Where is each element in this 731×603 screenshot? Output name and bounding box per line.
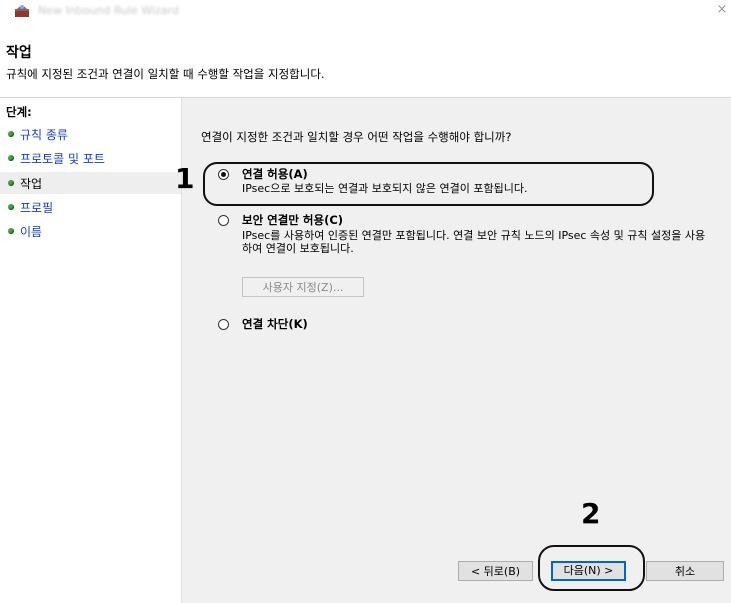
sidebar-item-label: 프로필 <box>20 201 54 215</box>
sidebar-item-label: 이름 <box>20 225 43 239</box>
action-question: 연결이 지정한 조건과 일치할 경우 어떤 작업을 수행해야 합니까? <box>201 130 512 144</box>
step-bullet-icon <box>8 228 14 234</box>
callout-number-2: 2 <box>581 497 601 530</box>
allow-secure-connection-radio[interactable] <box>218 215 229 226</box>
sidebar-item-rule-type[interactable]: 규칙 종류 <box>0 123 181 145</box>
block-connection-radio[interactable] <box>218 319 229 330</box>
sidebar-item-label: 프로토콜 및 포트 <box>20 152 105 166</box>
sidebar-item-protocol-port[interactable]: 프로토콜 및 포트 <box>0 147 181 169</box>
firewall-app-icon <box>15 5 29 17</box>
cancel-button[interactable]: 취소 <box>646 561 724 581</box>
title-bar: New Inbound Rule Wizard × <box>0 0 731 22</box>
step-bullet-icon <box>8 131 14 137</box>
sidebar-item-name[interactable]: 이름 <box>0 220 181 242</box>
steps-sidebar: 단계: 규칙 종류 프로토콜 및 포트 작업 프로필 이름 <box>0 98 182 603</box>
page-title: 작업 <box>6 45 32 61</box>
steps-heading: 단계: <box>6 105 32 119</box>
sidebar-item-label: 작업 <box>20 177 43 191</box>
block-connection-label[interactable]: 연결 차단(K) <box>242 316 308 332</box>
allow-secure-connection-description: IPsec를 사용하여 인증된 연결만 포함됩니다. 연결 보안 규칙 노드의 … <box>242 229 706 255</box>
sidebar-item-profile[interactable]: 프로필 <box>0 196 181 218</box>
callout-highlight-allow-option <box>203 162 654 206</box>
wizard-header: 작업 규칙에 지정된 조건과 연결이 일치할 때 수행할 작업을 지정합니다. <box>0 22 731 94</box>
window-title: New Inbound Rule Wizard <box>38 4 179 17</box>
customize-button[interactable]: 사용자 지정(Z)... <box>242 277 364 297</box>
callout-highlight-next-button <box>538 545 645 591</box>
back-button[interactable]: < 뒤로(B) <box>458 561 533 581</box>
step-bullet-icon <box>8 204 14 210</box>
allow-secure-connection-label[interactable]: 보안 연결만 허용(C) <box>242 212 343 228</box>
step-bullet-icon <box>8 155 14 161</box>
callout-number-1: 1 <box>175 162 195 195</box>
sidebar-item-label: 규칙 종류 <box>20 128 68 142</box>
close-icon[interactable]: × <box>713 2 731 17</box>
page-subtitle: 규칙에 지정된 조건과 연결이 일치할 때 수행할 작업을 지정합니다. <box>6 67 325 81</box>
sidebar-item-action[interactable]: 작업 <box>0 172 181 194</box>
step-bullet-icon <box>8 180 14 186</box>
